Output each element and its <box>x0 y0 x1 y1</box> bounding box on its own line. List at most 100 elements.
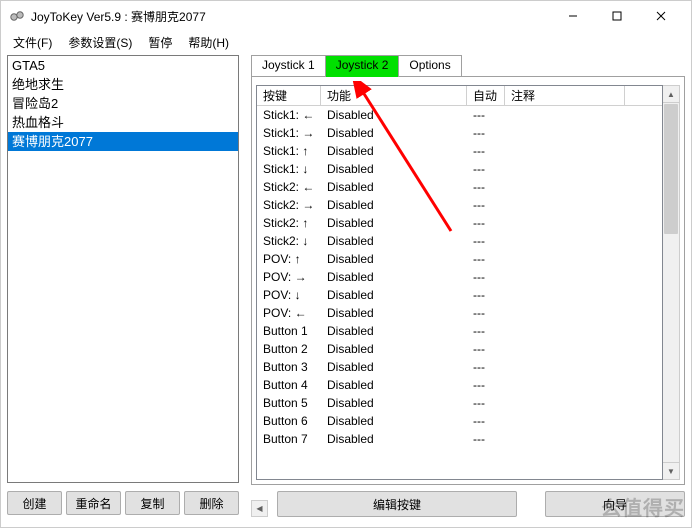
cell-auto: --- <box>467 304 505 322</box>
table-row[interactable]: Stick2: ←Disabled--- <box>257 178 662 196</box>
cell-note <box>505 430 625 448</box>
menu-file[interactable]: 文件(F) <box>5 33 60 52</box>
close-button[interactable] <box>639 2 683 30</box>
cell-key: Button 5 <box>257 394 321 412</box>
table-row[interactable]: Button 1Disabled--- <box>257 322 662 340</box>
minimize-button[interactable] <box>551 2 595 30</box>
cell-key: Button 4 <box>257 376 321 394</box>
cell-auto: --- <box>467 430 505 448</box>
rename-button[interactable]: 重命名 <box>66 491 121 515</box>
profile-item[interactable]: GTA5 <box>8 56 238 75</box>
table-row[interactable]: Stick2: ↓Disabled--- <box>257 232 662 250</box>
menu-help[interactable]: 帮助(H) <box>180 33 237 52</box>
profile-item[interactable]: 热血格斗 <box>8 113 238 132</box>
table-header: 按键功能自动注释 <box>257 86 662 106</box>
cell-key: POV: ↑ <box>257 250 321 268</box>
table-row[interactable]: Stick2: ↑Disabled--- <box>257 214 662 232</box>
scroll-left-icon[interactable]: ◀ <box>251 500 268 517</box>
app-icon <box>9 8 25 24</box>
cell-note <box>505 340 625 358</box>
cell-auto: --- <box>467 178 505 196</box>
column-note[interactable]: 注释 <box>505 86 625 105</box>
tab-joystick-2[interactable]: Joystick 2 <box>325 55 400 77</box>
profile-item[interactable]: 绝地求生 <box>8 75 238 94</box>
profile-item[interactable]: 冒险岛2 <box>8 94 238 113</box>
cell-key: Stick1: → <box>257 124 321 142</box>
copy-button[interactable]: 复制 <box>125 491 180 515</box>
table-row[interactable]: POV: ↓Disabled--- <box>257 286 662 304</box>
cell-key: POV: ← <box>257 304 321 322</box>
table-body[interactable]: Stick1: ←Disabled---Stick1: →Disabled---… <box>257 106 662 479</box>
cell-auto: --- <box>467 160 505 178</box>
cell-function: Disabled <box>321 268 467 286</box>
profile-item[interactable]: 赛博朋克2077 <box>8 132 238 151</box>
title-bar: JoyToKey Ver5.9 : 赛博朋克2077 <box>1 1 691 31</box>
cell-function: Disabled <box>321 340 467 358</box>
cell-note <box>505 178 625 196</box>
cell-auto: --- <box>467 142 505 160</box>
wizard-button[interactable]: 向导 <box>545 491 685 517</box>
menu-settings[interactable]: 参数设置(S) <box>60 33 140 52</box>
delete-button[interactable]: 删除 <box>184 491 239 515</box>
column-function[interactable]: 功能 <box>321 86 467 105</box>
cell-auto: --- <box>467 286 505 304</box>
table-row[interactable]: Button 3Disabled--- <box>257 358 662 376</box>
table-row[interactable]: Button 6Disabled--- <box>257 412 662 430</box>
cell-key: Button 3 <box>257 358 321 376</box>
table-row[interactable]: Button 7Disabled--- <box>257 430 662 448</box>
cell-key: Stick2: ← <box>257 178 321 196</box>
table-row[interactable]: Stick1: ↑Disabled--- <box>257 142 662 160</box>
main-pane: Joystick 1Joystick 2Options 按键功能自动注释 Sti… <box>247 55 685 519</box>
scroll-up-icon[interactable]: ▲ <box>663 86 679 103</box>
table-row[interactable]: POV: ←Disabled--- <box>257 304 662 322</box>
cell-note <box>505 322 625 340</box>
cell-key: Stick1: ↑ <box>257 142 321 160</box>
cell-function: Disabled <box>321 196 467 214</box>
tab-joystick-1[interactable]: Joystick 1 <box>251 55 326 77</box>
tab-panel: 按键功能自动注释 Stick1: ←Disabled---Stick1: →Di… <box>251 76 685 485</box>
cell-key: Stick2: ↑ <box>257 214 321 232</box>
cell-key: Stick1: ↓ <box>257 160 321 178</box>
cell-note <box>505 106 625 124</box>
cell-note <box>505 358 625 376</box>
table-row[interactable]: Stick1: ←Disabled--- <box>257 106 662 124</box>
menu-bar: 文件(F) 参数设置(S) 暂停 帮助(H) <box>1 31 691 53</box>
scroll-down-icon[interactable]: ▼ <box>663 462 679 479</box>
cell-function: Disabled <box>321 178 467 196</box>
table-row[interactable]: Button 5Disabled--- <box>257 394 662 412</box>
cell-function: Disabled <box>321 394 467 412</box>
table-row[interactable]: Stick1: →Disabled--- <box>257 124 662 142</box>
cell-function: Disabled <box>321 214 467 232</box>
table-row[interactable]: POV: →Disabled--- <box>257 268 662 286</box>
cell-auto: --- <box>467 376 505 394</box>
cell-auto: --- <box>467 340 505 358</box>
menu-pause[interactable]: 暂停 <box>140 33 180 52</box>
cell-note <box>505 124 625 142</box>
cell-key: POV: ↓ <box>257 286 321 304</box>
cell-note <box>505 196 625 214</box>
table-row[interactable]: Stick2: →Disabled--- <box>257 196 662 214</box>
cell-key: Button 6 <box>257 412 321 430</box>
cell-key: Stick2: ↓ <box>257 232 321 250</box>
cell-auto: --- <box>467 250 505 268</box>
maximize-button[interactable] <box>595 2 639 30</box>
vertical-scrollbar[interactable]: ▲ ▼ <box>663 85 680 480</box>
cell-auto: --- <box>467 214 505 232</box>
table-row[interactable]: Stick1: ↓Disabled--- <box>257 160 662 178</box>
cell-note <box>505 214 625 232</box>
column-key[interactable]: 按键 <box>257 86 321 105</box>
scroll-thumb[interactable] <box>664 104 678 234</box>
window-title: JoyToKey Ver5.9 : 赛博朋克2077 <box>31 8 551 25</box>
edit-key-button[interactable]: 编辑按键 <box>277 491 517 517</box>
table-row[interactable]: POV: ↑Disabled--- <box>257 250 662 268</box>
create-button[interactable]: 创建 <box>7 491 62 515</box>
cell-key: Button 7 <box>257 430 321 448</box>
table-row[interactable]: Button 4Disabled--- <box>257 376 662 394</box>
cell-note <box>505 232 625 250</box>
bindings-table[interactable]: 按键功能自动注释 Stick1: ←Disabled---Stick1: →Di… <box>256 85 663 480</box>
tab-options[interactable]: Options <box>398 55 461 77</box>
table-row[interactable]: Button 2Disabled--- <box>257 340 662 358</box>
profile-list[interactable]: GTA5绝地求生冒险岛2热血格斗赛博朋克2077 <box>7 55 239 483</box>
column-auto[interactable]: 自动 <box>467 86 505 105</box>
cell-auto: --- <box>467 232 505 250</box>
